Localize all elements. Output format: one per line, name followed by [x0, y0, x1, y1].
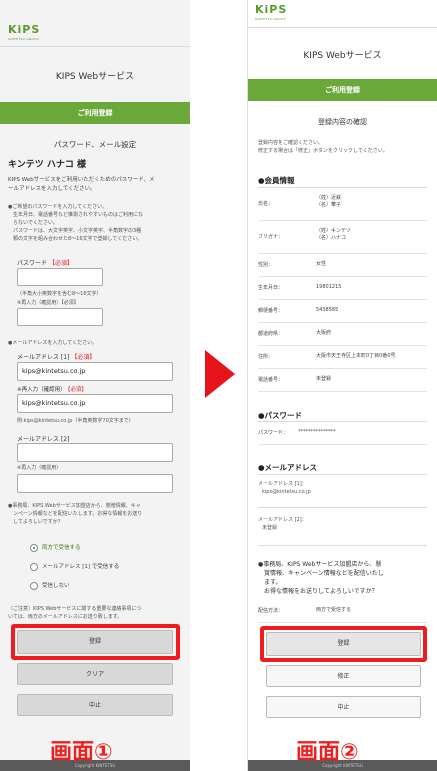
kips-logo: KiPS — [255, 3, 288, 16]
header-divider — [0, 46, 190, 47]
mail-example: 例:kips@kintetsu.co.jp（半角英数字70文字まで） — [17, 418, 134, 424]
screen-2-panel: KiPS KINTETSU GROUP KIPS Webサービス ご利用登録 登… — [247, 0, 437, 771]
registration-bar: ご利用登録 — [248, 79, 437, 101]
row-birthdate: 生年月日： 19801215 — [258, 277, 427, 300]
notice-text: （ご注意）KIPS Webサービスに関する重要な連絡事項につ いては、両方のメー… — [8, 606, 142, 620]
mail2-confirm-label: ※再入力（確認用） — [17, 465, 62, 471]
service-title: KIPS Webサービス — [55, 72, 135, 82]
mail1-confirm-label: ※再入力（確認用） 【必須】 — [17, 387, 87, 393]
member-info-heading: ●会員情報 — [258, 176, 295, 185]
radio-checked-icon — [30, 543, 38, 552]
row-divider — [258, 545, 427, 546]
radio-both[interactable]: 両方で受信する — [30, 543, 81, 552]
screen-1-panel: KiPS KINTETSU GROUP KIPS Webサービス ご利用登録 パ… — [0, 0, 190, 771]
mail1-label: メールアドレス [1] 【必須】 — [17, 354, 96, 361]
register-button[interactable]: 登録 — [17, 630, 173, 654]
mail-instruction: ●メールアドレスを入力してください。 — [8, 340, 98, 346]
row-delivery: 配信方法： 両方で受信する — [258, 600, 427, 623]
registration-bar: ご利用登録 — [0, 102, 190, 124]
arrow-right-icon — [205, 350, 235, 398]
intro-text: KIPS Webサービスをご利用いただくためのパスワード、メ ールアドレスを入力… — [8, 177, 155, 192]
password-confirm-label: ※再入力（確認用）【必須】 — [17, 300, 79, 306]
kintetsu-group-label: KINTETSU GROUP — [255, 17, 286, 21]
password-input[interactable] — [17, 268, 103, 286]
password-heading: ●パスワード — [258, 411, 303, 420]
info-question: ●事務局、KIPS Webサービス加盟店から、慈贈情報、キャ ンペーン情報などを… — [8, 503, 143, 525]
service-title: KIPS Webサービス — [303, 51, 382, 61]
radio-mail1[interactable]: メールアドレス [1] で受信する — [30, 562, 119, 571]
mail2-info: メールアドレス [2]： 未登録 — [258, 517, 307, 531]
row-furigana: フリガナ： （姓）キンテツ （名）ハナコ — [258, 221, 427, 254]
radio-none[interactable]: 受信しない — [30, 581, 70, 590]
kintetsu-group-label: KINTETSU GROUP — [8, 37, 39, 41]
page-subtitle: 登録内容の確認 — [318, 118, 367, 126]
register-button[interactable]: 登録 — [266, 632, 421, 656]
page-subtitle: パスワード、メール設定 — [53, 140, 137, 149]
password-label: パスワード 【必須】 — [17, 260, 74, 267]
cancel-button[interactable]: 中止 — [17, 694, 173, 716]
mail2-input[interactable] — [17, 443, 173, 462]
password-hint: （半角大小英数字を含む8〜16文字） — [17, 291, 102, 297]
clear-button[interactable]: クリア — [17, 663, 173, 685]
row-address: 住所： 大阪市天王寺区上本町0丁目0番0号 — [258, 346, 427, 369]
row-postal: 郵便番号： 5438585 — [258, 300, 427, 323]
password-confirm-input[interactable] — [17, 308, 103, 326]
header-divider — [248, 27, 437, 28]
screen-2-caption: 画面② — [296, 740, 359, 765]
mail1-info: メールアドレス [1]： kips@kintetsu.co.jp — [258, 481, 311, 495]
fix-button[interactable]: 修正 — [266, 665, 421, 687]
screen-1-caption: 画面① — [50, 740, 113, 765]
radio-empty-icon — [30, 562, 38, 571]
row-phone: 電話番号： 未登録 — [258, 369, 427, 392]
row-password: パスワード： *************** — [258, 422, 427, 445]
member-name: キンテツ ハナコ 様 — [8, 160, 86, 170]
intro-text: 登録内容をご確認ください。 修正する場合は「修正」ボタンをクリックしてください。 — [258, 140, 388, 154]
radio-empty-icon — [30, 581, 38, 590]
mail-heading: ●メールアドレス — [258, 463, 318, 472]
cancel-button[interactable]: 中止 — [266, 696, 421, 718]
row-prefecture: 都道府県： 大阪府 — [258, 323, 427, 346]
row-divider — [258, 507, 427, 508]
mail2-confirm-input[interactable] — [17, 474, 173, 493]
info-question: ●事務局、KIPS Webサービス加盟店から、懸 賞情報、キャンペーン情報などを… — [258, 561, 384, 595]
section-divider — [258, 474, 427, 475]
row-gender: 性別： 女性 — [258, 254, 427, 277]
mail1-input[interactable]: kips@kintetsu.co.jp — [17, 362, 173, 381]
password-instructions: ●ご希望のパスワードを入力してください。 生年月日、電話番号など推測されやすいも… — [8, 204, 144, 242]
mail2-label: メールアドレス [2] — [17, 436, 70, 443]
row-name: 氏名： （姓）近鉄 （名）華子 — [258, 188, 427, 221]
kips-logo: KiPS — [8, 23, 41, 36]
mail1-confirm-input[interactable]: kips@kintetsu.co.jp — [17, 394, 173, 413]
